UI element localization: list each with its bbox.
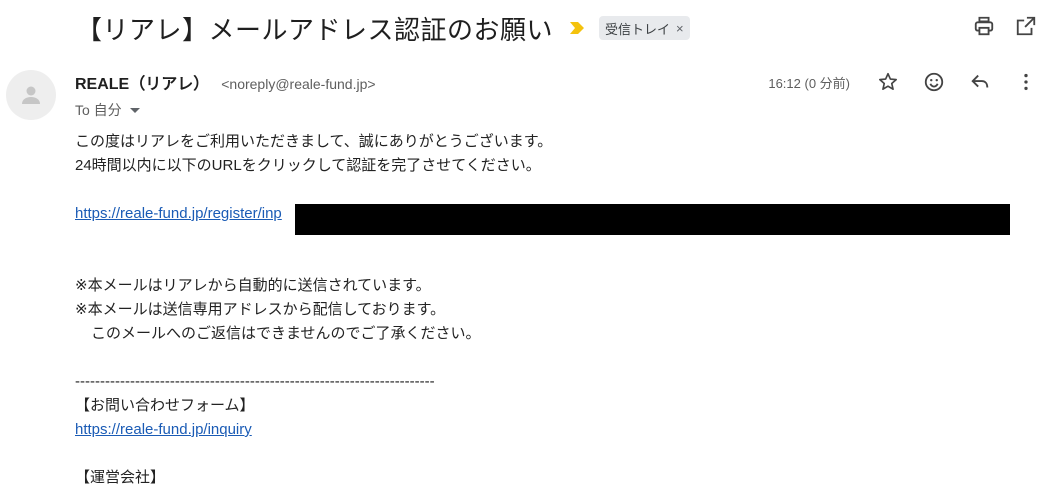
person-avatar-icon[interactable]: [6, 70, 56, 120]
divider: ----------------------------------------…: [75, 373, 435, 390]
inquiry-heading: 【お問い合わせフォーム】: [75, 397, 255, 414]
recipient-label: To 自分: [75, 102, 122, 118]
company-heading: 【運営会社】: [75, 469, 166, 486]
remove-label-button[interactable]: ×: [676, 21, 684, 36]
body-instruction-line: 24時間以内に以下のURLをクリックして認証を完了させてください。: [75, 157, 541, 174]
inbox-label-chip: 受信トレイ ×: [599, 16, 690, 40]
chevron-down-icon[interactable]: [129, 107, 140, 113]
emoji-reaction-icon[interactable]: [922, 70, 946, 94]
open-in-new-window-icon[interactable]: [1014, 14, 1038, 38]
register-link[interactable]: https://reale-fund.jp/register/inp: [75, 205, 282, 222]
email-body: この度はリアレをご利用いただきまして、誠にありがとうございます。 24時間以内に…: [75, 130, 1035, 490]
auto-send-note: ※本メールはリアレから自動的に送信されています。: [75, 277, 431, 294]
inquiry-link[interactable]: https://reale-fund.jp/inquiry: [75, 421, 252, 438]
no-reply-note: このメールへのご返信はできませんのでご了承ください。: [91, 325, 481, 342]
redaction-block: [295, 204, 1010, 235]
reply-icon[interactable]: [968, 70, 992, 94]
subject-row: 【リアレ】メールアドレス認証のお願い 受信トレイ ×: [76, 8, 690, 48]
print-icon[interactable]: [972, 14, 996, 38]
sender-name[interactable]: REALE（リアレ）: [75, 70, 209, 94]
email-subject: 【リアレ】メールアドレス認証のお願い: [76, 14, 554, 45]
message-time: 16:12 (0 分前): [768, 75, 850, 91]
message-actions: 16:12 (0 分前): [768, 70, 1038, 94]
inbox-label-text: 受信トレイ: [605, 21, 671, 37]
sender-email: <noreply@reale-fund.jp>: [221, 76, 376, 92]
star-icon[interactable]: [876, 70, 900, 94]
body-greeting-line: この度はリアレをご利用いただきまして、誠にありがとうございます。: [75, 133, 553, 150]
thread-actions: [972, 14, 1038, 38]
more-vert-icon[interactable]: [1014, 70, 1038, 94]
sender-block: REALE（リアレ） <noreply@reale-fund.jp> To 自分: [75, 70, 376, 120]
send-only-note: ※本メールは送信専用アドレスから配信しております。: [75, 301, 446, 318]
importance-marker-icon[interactable]: [569, 20, 585, 36]
recipient-details-toggle[interactable]: To 自分: [75, 100, 376, 120]
